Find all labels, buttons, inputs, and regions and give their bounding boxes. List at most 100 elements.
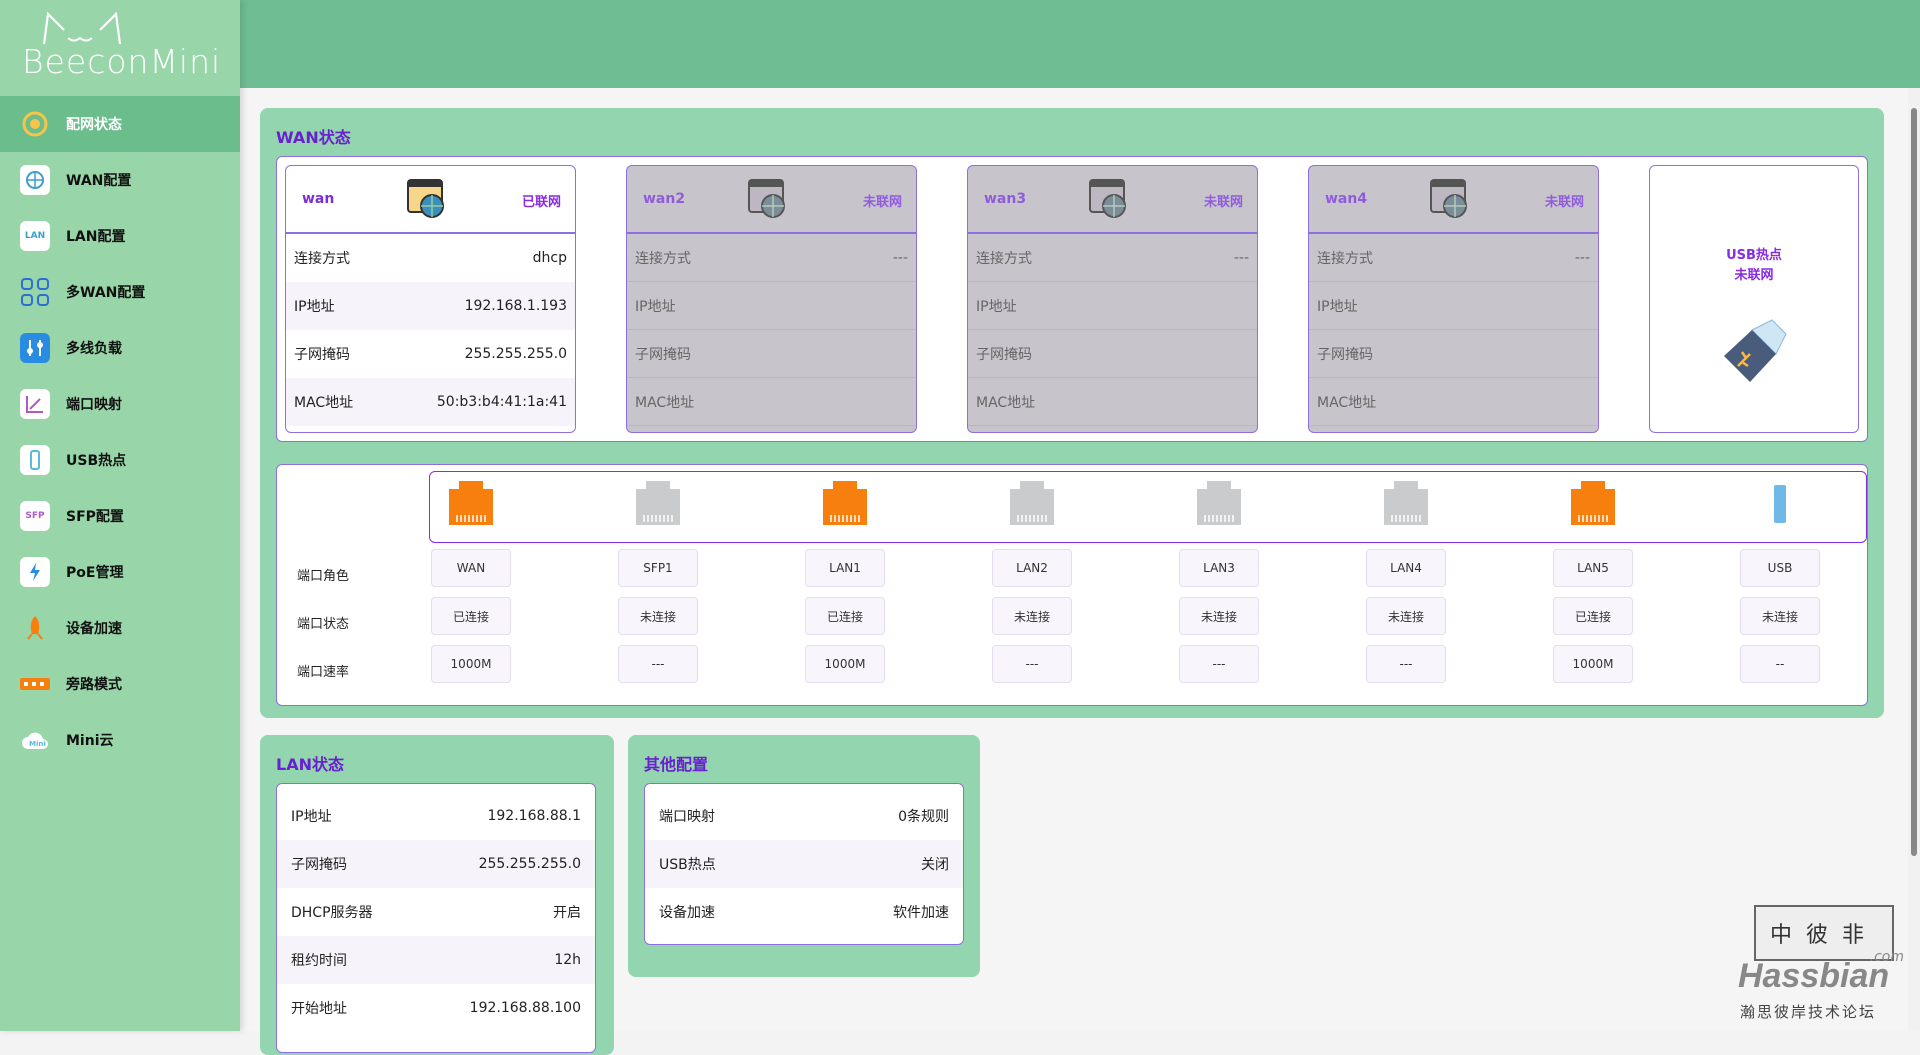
lan4-port-icon[interactable] bbox=[1380, 479, 1432, 527]
other-config-box: 端口映射0条规则 USB热点关闭 设备加速软件加速 bbox=[644, 783, 964, 945]
port-role-cell: LAN2 bbox=[992, 549, 1072, 587]
port-state-cell: 未连接 bbox=[618, 597, 698, 635]
port-mapping-icon bbox=[20, 389, 50, 419]
wan-card-header: wan 已联网 bbox=[286, 166, 575, 234]
row-value: 255.255.255.0 bbox=[479, 856, 581, 872]
row-label: 子网掩码 bbox=[1317, 344, 1373, 364]
lan1-port-icon[interactable] bbox=[819, 479, 871, 527]
sidebar-item-label: USB热点 bbox=[66, 450, 126, 470]
lan-row: 开始地址192.168.88.100 bbox=[277, 984, 595, 1032]
wan-status-badge: 已联网 bbox=[522, 191, 561, 210]
row-label: 连接方式 bbox=[976, 248, 1032, 268]
multi-wan-icon bbox=[20, 277, 50, 307]
sidebar-item-lan-config[interactable]: LAN LAN配置 bbox=[0, 208, 240, 264]
sidebar: BeeconMini 配网状态 WAN配置 LAN LAN配置 多WAN配置 多… bbox=[0, 0, 240, 1031]
row-label: IP地址 bbox=[976, 296, 1017, 316]
mac-row: MAC地址 bbox=[1309, 378, 1598, 426]
bypass-icon bbox=[20, 669, 50, 699]
conn-row: 连接方式--- bbox=[1309, 234, 1598, 282]
network-status-icon bbox=[20, 109, 50, 139]
sidebar-item-label: SFP配置 bbox=[66, 506, 124, 526]
sidebar-item-mini-cloud[interactable]: Mini Mini云 bbox=[0, 712, 240, 768]
wan-card[interactable]: wan 已联网 连接方式dhcp IP地址192.168.1.193 子网掩码2… bbox=[285, 165, 576, 433]
wan4-card[interactable]: wan4 未联网 连接方式--- IP地址 子网掩码 MAC地址 bbox=[1308, 165, 1599, 433]
lan-row: 子网掩码 255.255.255.0 bbox=[277, 840, 595, 888]
lan-row: IP地址192.168.88.1 bbox=[277, 792, 595, 840]
row-label: MAC地址 bbox=[976, 392, 1035, 412]
sidebar-item-label: 多线负载 bbox=[66, 338, 122, 358]
sidebar-item-wan-config[interactable]: WAN配置 bbox=[0, 152, 240, 208]
port-rate-cell: --- bbox=[618, 645, 698, 683]
port-rate-cell: 1000M bbox=[431, 645, 511, 683]
port-state-cell: 已连接 bbox=[1553, 597, 1633, 635]
panel-title: WAN状态 bbox=[276, 124, 351, 148]
row-label: IP地址 bbox=[1317, 296, 1358, 316]
lan5-port-icon[interactable] bbox=[1567, 479, 1619, 527]
conn-row: 连接方式 --- bbox=[968, 234, 1257, 282]
mac-row: MAC地址 bbox=[627, 378, 916, 426]
watermark: 中彼非 Hassbian .com 瀚思彼岸技术论坛 bbox=[1734, 905, 1904, 1025]
row-value: 开启 bbox=[553, 902, 581, 922]
usb-port-icon[interactable] bbox=[1754, 479, 1806, 527]
sidebar-item-label: 多WAN配置 bbox=[66, 282, 145, 302]
wan-card-header: wan2 未联网 bbox=[627, 166, 916, 234]
lan2-port-icon[interactable] bbox=[1006, 479, 1058, 527]
sidebar-item-port-mapping[interactable]: 端口映射 bbox=[0, 376, 240, 432]
port-rate-cell: -- bbox=[1740, 645, 1820, 683]
sidebar-item-multi-wan[interactable]: 多WAN配置 bbox=[0, 264, 240, 320]
mac-row: MAC地址50:b3:b4:41:1a:41 bbox=[286, 378, 575, 426]
row-label: 开始地址 bbox=[291, 998, 347, 1018]
sidebar-item-label: WAN配置 bbox=[66, 170, 131, 190]
mask-row: 子网掩码 bbox=[1309, 330, 1598, 378]
wan-card-header: wan3 未联网 bbox=[968, 166, 1257, 234]
conn-row: 连接方式--- bbox=[627, 234, 916, 282]
port-role-cell: LAN3 bbox=[1179, 549, 1259, 587]
wan-port-icon[interactable] bbox=[445, 479, 497, 527]
usb-drive-icon bbox=[1718, 316, 1790, 386]
port-state-label: 端口状态 bbox=[297, 613, 349, 632]
sfp1-port-icon[interactable] bbox=[632, 479, 684, 527]
sfp-icon: SFP bbox=[20, 501, 50, 531]
port-rate-cell: --- bbox=[1179, 645, 1259, 683]
mask-row: 子网掩码 bbox=[968, 330, 1257, 378]
row-value: --- bbox=[893, 250, 908, 266]
sidebar-item-bypass[interactable]: 旁路模式 bbox=[0, 656, 240, 712]
lan-status-box: IP地址192.168.88.1 子网掩码255.255.255.0 DHCP服… bbox=[276, 783, 596, 1053]
globe-window-icon bbox=[406, 178, 448, 220]
globe-window-icon bbox=[1088, 178, 1130, 220]
row-label: 子网掩码 bbox=[291, 854, 347, 874]
sidebar-item-usb-hotspot[interactable]: USB热点 bbox=[0, 432, 240, 488]
usb-hotspot-text: USB热点 未联网 bbox=[1650, 246, 1858, 286]
row-label: 设备加速 bbox=[659, 902, 715, 922]
wan-name: wan4 bbox=[1325, 191, 1367, 207]
usb-hotspot-card[interactable]: USB热点 未联网 bbox=[1649, 165, 1859, 433]
sidebar-item-network-status[interactable]: 配网状态 bbox=[0, 96, 240, 152]
config-row: USB热点关闭 bbox=[645, 840, 963, 888]
sidebar-item-load-balance[interactable]: 多线负载 bbox=[0, 320, 240, 376]
port-state-cell: 已连接 bbox=[431, 597, 511, 635]
brand-name: BeeconMini bbox=[22, 42, 221, 81]
row-label: MAC地址 bbox=[294, 392, 353, 412]
panel-title: 其他配置 bbox=[644, 751, 708, 775]
row-label: IP地址 bbox=[294, 296, 335, 316]
scrollbar-thumb[interactable] bbox=[1911, 108, 1917, 856]
row-label: 租约时间 bbox=[291, 950, 347, 970]
usb-hotspot-status: 未联网 bbox=[1650, 266, 1858, 286]
brand-logo[interactable]: BeeconMini bbox=[0, 0, 240, 96]
row-value: --- bbox=[1234, 250, 1249, 266]
vertical-scrollbar[interactable] bbox=[1908, 88, 1920, 1031]
sidebar-item-poe[interactable]: PoE管理 bbox=[0, 544, 240, 600]
port-state-cell: 未连接 bbox=[1740, 597, 1820, 635]
wan2-card[interactable]: wan2 未联网 连接方式--- IP地址 子网掩码 MAC地址 bbox=[626, 165, 917, 433]
row-label: 子网掩码 bbox=[294, 344, 350, 364]
sidebar-item-accelerate[interactable]: 设备加速 bbox=[0, 600, 240, 656]
wan-status-badge: 未联网 bbox=[1204, 191, 1243, 210]
sidebar-item-sfp[interactable]: SFP SFP配置 bbox=[0, 488, 240, 544]
lan3-port-icon[interactable] bbox=[1193, 479, 1245, 527]
ip-row: IP地址 bbox=[1309, 282, 1598, 330]
wan3-card[interactable]: wan3 未联网 连接方式 --- IP地址 子网掩码 MAC地址 bbox=[967, 165, 1258, 433]
wan-card-header: wan4 未联网 bbox=[1309, 166, 1598, 234]
port-rate-cell: 1000M bbox=[805, 645, 885, 683]
row-value: 192.168.88.1 bbox=[487, 808, 581, 824]
row-value: 软件加速 bbox=[893, 902, 949, 922]
